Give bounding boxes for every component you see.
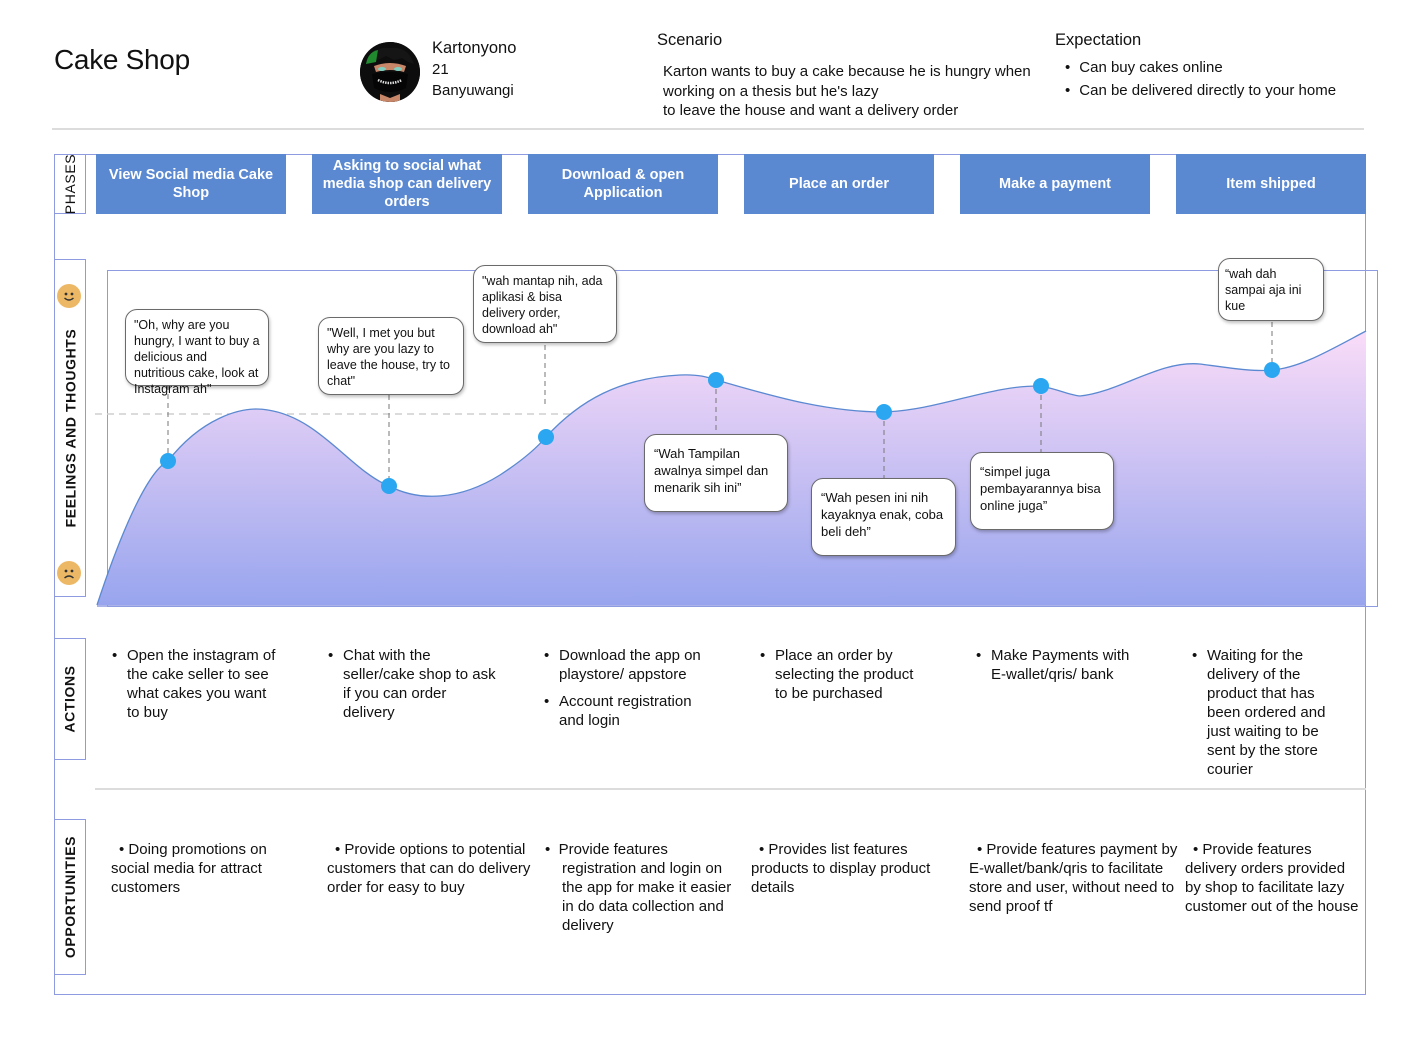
expectation-heading: Expectation — [1055, 31, 1142, 49]
opportunity-item: • Provide features payment by E-wallet/b… — [969, 840, 1179, 916]
row-label-text: PHASES — [62, 153, 78, 215]
persona-info: Kartonyono 21 Banyuwangi — [432, 38, 516, 101]
bullet: • — [545, 841, 559, 858]
row-label-feelings: FEELINGS AND THOUGHTS — [54, 259, 86, 597]
header-divider — [52, 128, 1364, 130]
scenario-line: working on a thesis but he's lazy — [663, 82, 879, 100]
phase-card: View Social media Cake Shop — [96, 154, 286, 214]
happy-face-icon — [57, 284, 81, 308]
bullet: • — [977, 841, 987, 858]
thought-bubble: "wah mantap nih, ada aplikasi & bisa del… — [473, 265, 617, 343]
actions-column: Open the instagram of the cake seller to… — [110, 646, 280, 730]
scenario-line: to leave the house and want a delivery o… — [663, 102, 959, 119]
opportunity-item: • Provides list features products to dis… — [751, 840, 951, 897]
bullet: • — [335, 841, 345, 858]
sad-face-icon — [57, 561, 81, 585]
opportunity-item: • Provide options to potential customers… — [327, 840, 532, 897]
thought-bubble: “Wah pesen ini nih kayaknya enak, coba b… — [811, 478, 956, 556]
row-label-text: FEELINGS AND THOUGHTS — [62, 328, 78, 528]
row-label-text: ACTIONS — [62, 665, 79, 733]
row-label-text: OPPORTUNITIES — [62, 835, 78, 959]
opportunity-item: • Provide features registration and logi… — [545, 840, 745, 935]
opportunity-text: Provide options to potential customers t… — [327, 841, 531, 896]
action-item: Download the app on playstore/ appstore — [542, 646, 712, 684]
opportunity-item: • Provide features delivery orders provi… — [1185, 840, 1365, 916]
opportunity-item: • Doing promotions on social media for a… — [111, 840, 293, 897]
phase-card: Asking to social what media shop can del… — [312, 154, 502, 214]
expectation-item: Can buy cakes online — [1065, 56, 1336, 79]
thought-bubble: "Well, I met you but why are you lazy to… — [318, 317, 464, 395]
scenario-heading: Scenario — [657, 31, 723, 49]
phase-card: Item shipped — [1176, 154, 1366, 214]
opportunity-text: Provides list features products to displ… — [751, 841, 931, 896]
action-item: Place an order by selecting the product … — [758, 646, 928, 703]
action-item: Account registration and login — [542, 692, 712, 730]
phase-card: Make a payment — [960, 154, 1150, 214]
bullet: • — [759, 841, 769, 858]
persona-name: Kartonyono — [432, 39, 517, 57]
scenario-line: Karton wants to buy a cake because he is… — [663, 63, 1031, 80]
action-item: Open the instagram of the cake seller to… — [110, 646, 280, 722]
opportunity-text: Provide features registration and login … — [558, 841, 732, 934]
actions-column: Place an order by selecting the product … — [758, 646, 928, 711]
opportunity-text: Doing promotions on social media for att… — [111, 841, 267, 896]
persona-age: 21 — [432, 61, 449, 78]
expectation-item: Can be delivered directly to your home — [1065, 79, 1336, 102]
action-item: Chat with the seller/cake shop to ask if… — [326, 646, 496, 722]
phase-card: Download & open Application — [528, 154, 718, 214]
action-item: Waiting for the delivery of the product … — [1190, 646, 1350, 779]
actions-column: Download the app on playstore/ appstore … — [542, 646, 712, 738]
persona-city: Banyuwangi — [432, 82, 514, 99]
bullet: • — [1193, 841, 1203, 858]
action-item: Make Payments with E-wallet/qris/ bank — [974, 646, 1139, 684]
phase-card: Place an order — [744, 154, 934, 214]
expectation-list: Can buy cakes online Can be delivered di… — [1065, 56, 1336, 102]
bullet: • — [119, 841, 129, 858]
opportunity-text: Provide features delivery orders provide… — [1185, 841, 1359, 915]
thought-bubble: "Oh, why are you hungry, I want to buy a… — [125, 309, 269, 396]
persona-avatar — [360, 42, 420, 102]
actions-column: Make Payments with E-wallet/qris/ bank — [974, 646, 1139, 692]
row-label-phases: PHASES — [54, 154, 86, 214]
thought-bubble: “simpel juga pembayarannya bisa online j… — [970, 452, 1114, 530]
row-label-actions: ACTIONS — [54, 638, 86, 760]
page-title: Cake Shop — [54, 44, 190, 75]
row-label-opportunities: OPPORTUNITIES — [54, 819, 86, 975]
thought-bubble: “wah dah sampai aja ini kue — [1218, 258, 1324, 321]
persona-avatar-icon — [360, 42, 420, 102]
section-divider — [95, 788, 1366, 790]
actions-column: Chat with the seller/cake shop to ask if… — [326, 646, 496, 730]
opportunity-text: Provide features payment by E-wallet/ban… — [969, 841, 1178, 915]
actions-column: Waiting for the delivery of the product … — [1190, 646, 1350, 787]
scenario-text: Karton wants to buy a cake because he is… — [663, 62, 1063, 121]
thought-bubble: “Wah Tampilan awalnya simpel dan menarik… — [644, 434, 788, 512]
